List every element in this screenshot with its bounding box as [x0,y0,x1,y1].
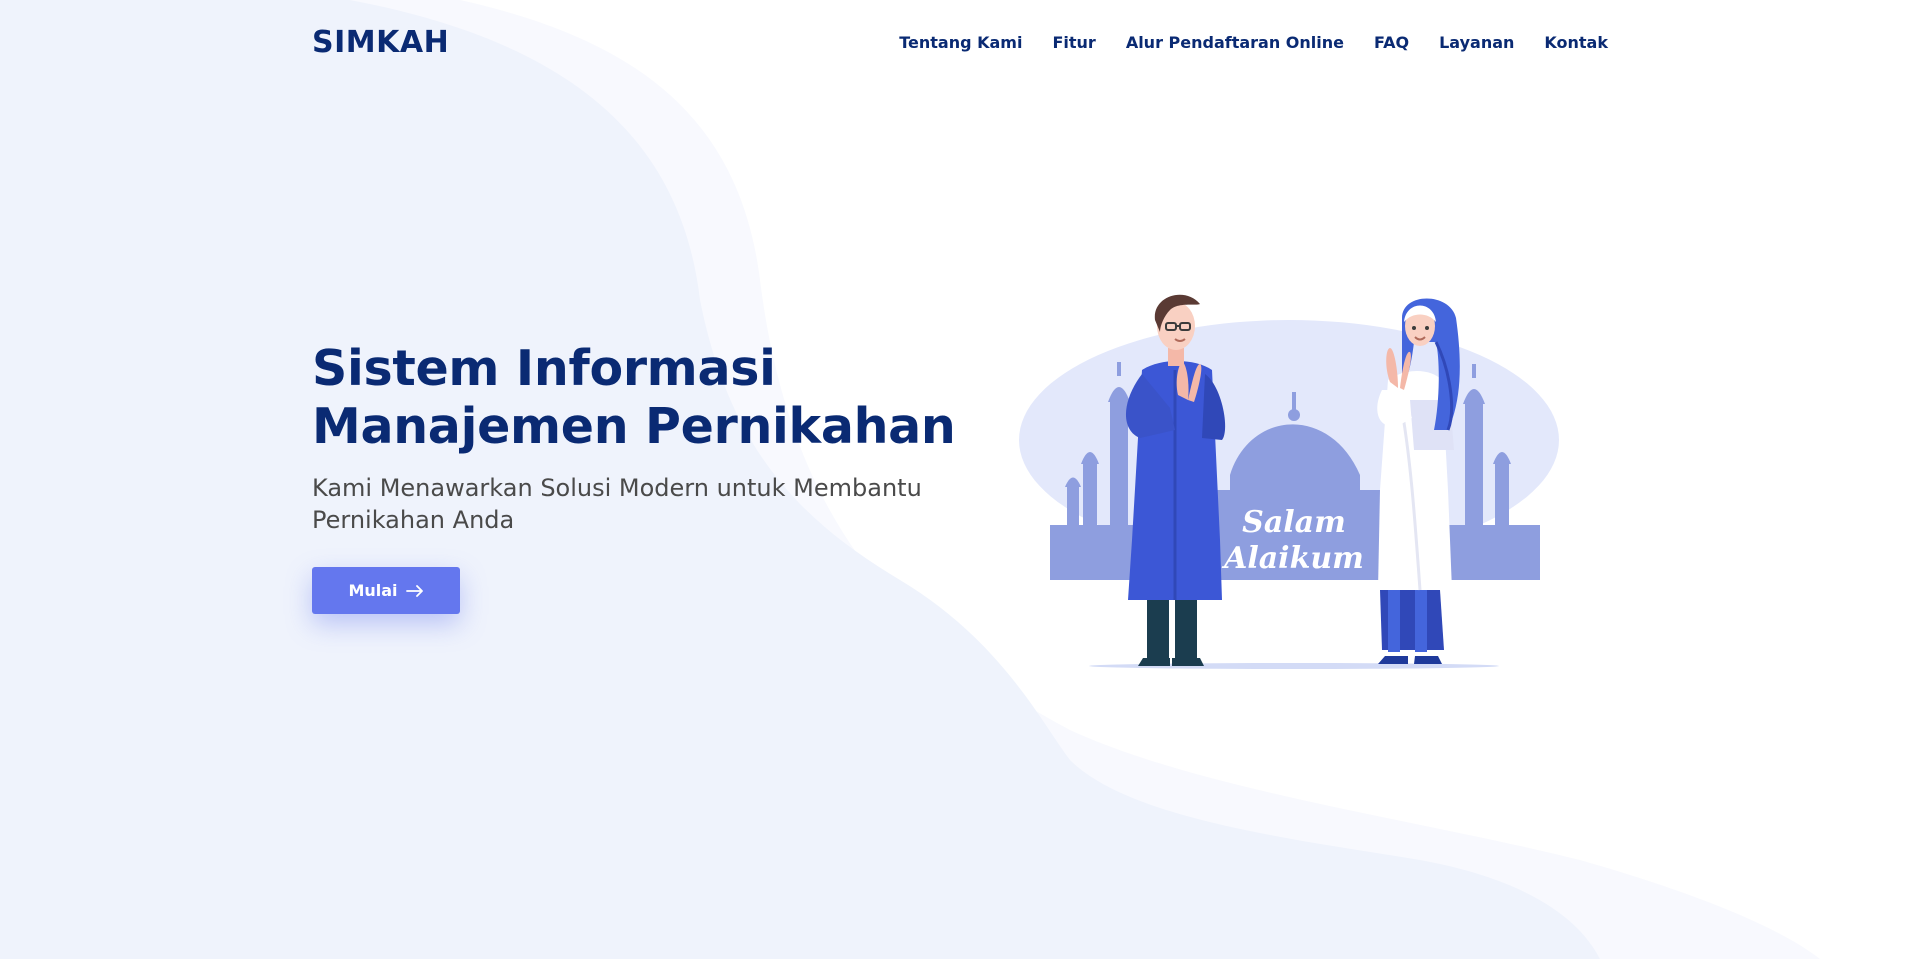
background-waves [0,0,1820,959]
nav-link-tentang-kami[interactable]: Tentang Kami [899,33,1022,52]
arrow-right-icon [405,584,423,597]
greeting-line-2: Alaikum [1221,541,1364,576]
greeting-line-1: Salam [1242,505,1346,540]
start-button-label: Mulai [348,581,398,600]
nav-link-layanan[interactable]: Layanan [1439,33,1514,52]
hero-title: Sistem Informasi Manajemen Pernikahan [312,340,956,456]
brand-logo[interactable]: SIMKAH [312,25,449,60]
nav-link-alur-pendaftaran[interactable]: Alur Pendaftaran Online [1126,33,1344,52]
nav-links: Tentang Kami Fitur Alur Pendaftaran Onli… [899,33,1608,52]
hero-title-line-2: Manajemen Pernikahan [312,398,956,455]
navbar: SIMKAH Tentang Kami Fitur Alur Pendaftar… [312,22,1608,62]
hero-illustration: Salam Alaikum [1019,294,1559,669]
hero-title-line-1: Sistem Informasi [312,340,776,397]
nav-link-fitur[interactable]: Fitur [1052,33,1095,52]
start-button[interactable]: Mulai [312,567,460,614]
nav-link-faq[interactable]: FAQ [1374,33,1409,52]
landing-page: SIMKAH Tentang Kami Fitur Alur Pendaftar… [0,0,1920,959]
nav-link-kontak[interactable]: Kontak [1544,33,1608,52]
hero-section: Sistem Informasi Manajemen Pernikahan Ka… [312,340,956,536]
hero-subtitle: Kami Menawarkan Solusi Modern untuk Memb… [312,474,922,534]
